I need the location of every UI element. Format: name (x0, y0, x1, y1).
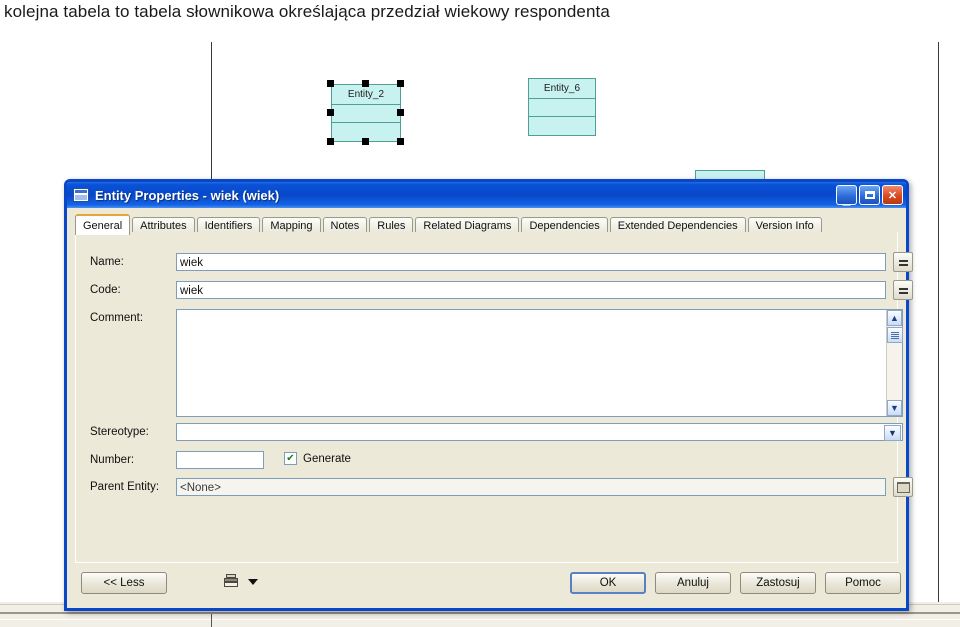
code-label: Code: (90, 284, 121, 296)
stereotype-label: Stereotype: (90, 426, 149, 438)
general-tab-page: Name: wiek Code: wiek Comment: ▲ ▼ Stere… (75, 232, 913, 563)
entity-title: Entity_6 (529, 79, 595, 99)
window-controls: _ ✕ (836, 185, 903, 206)
name-label: Name: (90, 256, 124, 268)
entity-shape-entity2[interactable]: Entity_2 (331, 84, 401, 142)
number-input[interactable] (176, 451, 264, 469)
check-icon: ✔ (286, 452, 295, 464)
entity-attribute-row (529, 117, 595, 135)
number-row: Number: (90, 454, 134, 466)
print-dropdown-caret-icon[interactable] (248, 579, 258, 585)
selection-handle-w[interactable] (327, 109, 334, 116)
comment-label: Comment: (90, 312, 144, 324)
dialog-button-bar: << Less OK Anuluj Zastosuj Pomoc (67, 563, 906, 608)
status-band-line (0, 612, 960, 614)
screenshot-root: kolejna tabela to tabela słownikowa okre… (0, 0, 960, 627)
maximize-icon[interactable] (859, 185, 880, 205)
entity-properties-dialog[interactable]: Entity Properties - wiek (wiek) _ ✕ Gene… (64, 179, 913, 611)
selection-handle-sw[interactable] (327, 138, 334, 145)
comment-row: Comment: (90, 312, 143, 324)
chevron-down-icon[interactable]: ▼ (884, 425, 901, 441)
parent-entity-input[interactable]: <None> (176, 478, 886, 496)
number-label: Number: (90, 454, 135, 466)
comment-vertical-scrollbar[interactable]: ▲ ▼ (886, 310, 903, 416)
apply-button[interactable]: Zastosuj (740, 572, 816, 594)
entity-attribute-row (332, 105, 400, 123)
parent-entity-row: Parent Entity: (90, 481, 159, 493)
dialog-title: Entity Properties - wiek (wiek) (95, 187, 280, 203)
status-band-tick (211, 614, 212, 627)
code-equals-button[interactable] (893, 280, 913, 300)
name-input[interactable]: wiek (176, 253, 886, 271)
stereotype-combobox[interactable]: ▼ (176, 423, 903, 441)
entity-table-icon (73, 188, 89, 202)
entity-attribute-row (529, 99, 595, 117)
selection-handle-nw[interactable] (327, 80, 334, 87)
ok-button[interactable]: OK (570, 572, 646, 594)
generate-checkbox[interactable]: ✔ (284, 452, 297, 465)
comment-textarea[interactable]: ▲ ▼ (176, 309, 903, 417)
scrollbar-thumb[interactable] (887, 327, 903, 343)
cancel-button[interactable]: Anuluj (655, 572, 731, 594)
minimize-icon[interactable]: _ (836, 185, 857, 206)
help-button[interactable]: Pomoc (825, 572, 901, 594)
selection-handle-ne[interactable] (397, 80, 404, 87)
panel-divider-right (938, 42, 939, 602)
tab-general[interactable]: General (75, 214, 131, 235)
generate-label: Generate (303, 452, 351, 465)
name-row: Name: (90, 256, 124, 268)
less-button[interactable]: << Less (81, 572, 167, 594)
stereotype-row: Stereotype: (90, 426, 149, 438)
print-icon[interactable] (224, 574, 240, 590)
selection-handle-e[interactable] (397, 109, 404, 116)
generate-checkbox-row[interactable]: ✔ Generate (284, 452, 351, 465)
entity-title: Entity_2 (332, 85, 400, 105)
selection-handle-se[interactable] (397, 138, 404, 145)
parent-entity-browse-button[interactable] (893, 477, 913, 497)
code-row: Code: (90, 284, 121, 296)
code-input[interactable]: wiek (176, 281, 886, 299)
selection-handle-n[interactable] (362, 80, 369, 87)
scroll-down-icon[interactable]: ▼ (887, 400, 902, 416)
parent-entity-label: Parent Entity: (90, 481, 160, 493)
folder-icon (896, 481, 910, 493)
entity-shape-entity6[interactable]: Entity_6 (528, 78, 596, 136)
status-band-line (0, 619, 960, 620)
dialog-titlebar[interactable]: Entity Properties - wiek (wiek) _ ✕ (67, 182, 906, 208)
close-icon[interactable]: ✕ (882, 185, 903, 205)
name-equals-button[interactable] (893, 252, 913, 272)
slide-caption: kolejna tabela to tabela słownikowa okre… (4, 2, 610, 21)
selection-handle-s[interactable] (362, 138, 369, 145)
scroll-up-icon[interactable]: ▲ (887, 310, 902, 326)
